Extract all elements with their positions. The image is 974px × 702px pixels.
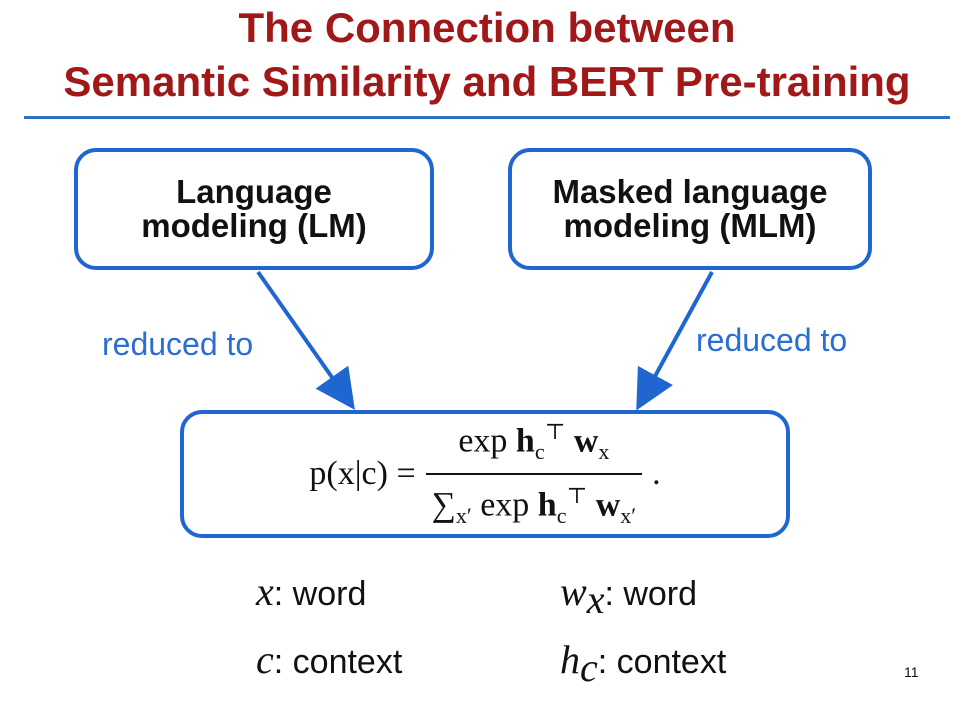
legend-h-var: h bbox=[560, 637, 580, 682]
legend-h-desc: : context bbox=[597, 643, 727, 681]
den-h: h bbox=[537, 486, 557, 524]
legend-x-word: x: word bbox=[256, 568, 366, 615]
equation-lhs: p(x|c) = bbox=[309, 455, 416, 492]
den-sum-sub: x′ bbox=[455, 503, 472, 529]
arrow-lm-to-equation bbox=[256, 270, 355, 410]
legend-w-sub: x bbox=[586, 576, 605, 622]
num-h-sub: c bbox=[534, 439, 545, 464]
num-exp: exp bbox=[458, 422, 508, 460]
softmax-equation: p(x|c) = exp hc⊤ wx ∑x′ exp hc⊤ wx′ . bbox=[309, 415, 660, 533]
den-w: w bbox=[595, 486, 621, 524]
page-number: 11 bbox=[904, 664, 919, 680]
reduced-to-label-right: reduced to bbox=[696, 322, 848, 358]
legend-hc-context: hc: context bbox=[560, 636, 726, 691]
legend-x-desc: : word bbox=[273, 575, 367, 613]
den-sum: ∑ bbox=[431, 486, 456, 524]
den-transpose: ⊤ bbox=[566, 483, 588, 508]
equation-box: p(x|c) = exp hc⊤ wx ∑x′ exp hc⊤ wx′ . bbox=[180, 410, 790, 538]
equation-period: . bbox=[652, 455, 661, 492]
equation-denominator: ∑x′ exp hc⊤ wx′ bbox=[425, 473, 643, 533]
equation-fraction: exp hc⊤ wx ∑x′ exp hc⊤ wx′ bbox=[425, 415, 643, 533]
legend-wx-word: wx: word bbox=[560, 568, 697, 623]
num-w-sub: x bbox=[598, 439, 610, 464]
den-exp: exp bbox=[480, 486, 530, 524]
legend-w-var: w bbox=[560, 569, 587, 614]
reduced-to-label-left: reduced to bbox=[102, 326, 254, 362]
num-w: w bbox=[573, 422, 599, 460]
legend-h-sub: c bbox=[580, 644, 598, 690]
equation-numerator: exp hc⊤ wx bbox=[452, 415, 615, 473]
legend-c-desc: : context bbox=[273, 643, 403, 681]
legend-x-var: x bbox=[256, 569, 274, 614]
legend-c-var: c bbox=[256, 637, 274, 682]
legend-c-context: c: context bbox=[256, 636, 402, 683]
num-h: h bbox=[515, 422, 535, 460]
num-transpose: ⊤ bbox=[544, 418, 566, 444]
den-w-sub: x′ bbox=[620, 503, 637, 529]
legend-w-desc: : word bbox=[604, 575, 698, 613]
